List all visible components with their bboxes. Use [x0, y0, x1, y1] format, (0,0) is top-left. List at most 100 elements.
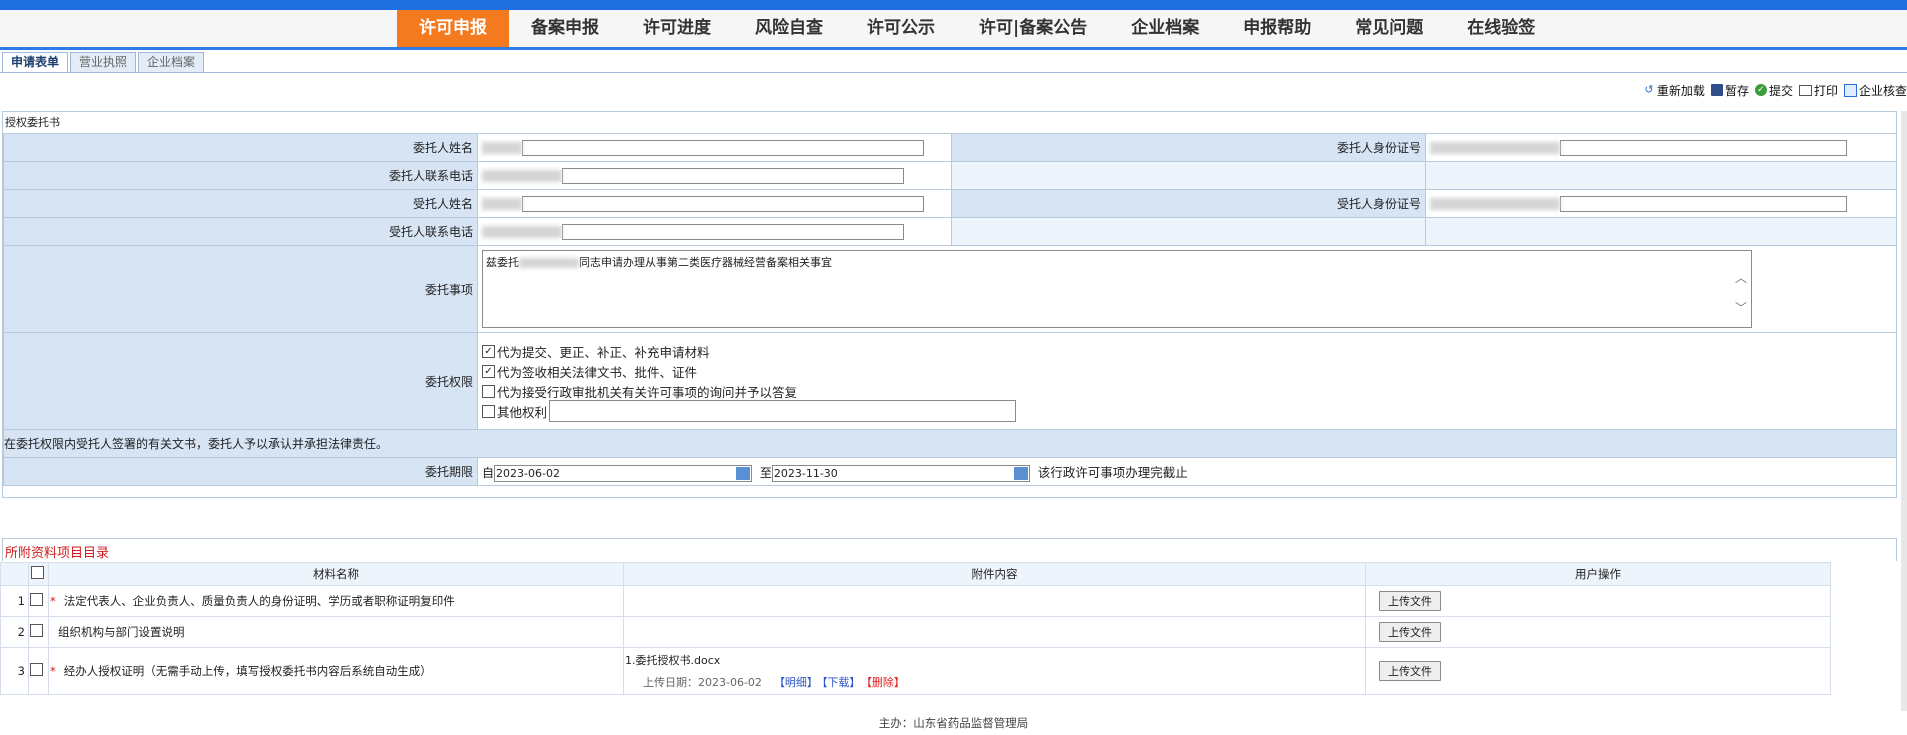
- upload-button[interactable]: 上传文件: [1379, 591, 1441, 611]
- delete-link[interactable]: 【删除】: [866, 676, 905, 689]
- row-checkbox[interactable]: [30, 624, 43, 637]
- masked-value: [1430, 141, 1560, 154]
- nav-item-verify[interactable]: 在线验签: [1445, 10, 1557, 47]
- save-button[interactable]: 暂存: [1710, 82, 1749, 99]
- nav-item-permit-progress[interactable]: 许可进度: [621, 10, 733, 47]
- submit-button[interactable]: ✓ 提交: [1754, 82, 1793, 99]
- calendar-icon[interactable]: [1013, 466, 1028, 480]
- reload-button[interactable]: ↺ 重新加载: [1643, 82, 1705, 99]
- row-op: 上传文件: [1365, 647, 1831, 695]
- perm-item-4[interactable]: 其他权利: [482, 400, 1896, 422]
- nav-item-filing-apply[interactable]: 备案申报: [509, 10, 621, 47]
- masked-value: [482, 141, 522, 154]
- nav-item-permit-apply[interactable]: 许可申报: [397, 10, 509, 47]
- print-button[interactable]: 打印: [1798, 82, 1838, 99]
- row-select: [28, 616, 49, 648]
- period-label: 委托期限: [3, 457, 478, 486]
- perm-label: 委托权限: [3, 332, 478, 430]
- save-icon: [1710, 84, 1723, 96]
- row-attach: 1.委托授权书.docx 上传日期：2023-06-02 【明细】 【下载】 【删除】: [623, 647, 1366, 695]
- principal-name-input[interactable]: [522, 139, 924, 156]
- nav-item-faq[interactable]: 常见问题: [1333, 10, 1445, 47]
- masked-value: [482, 225, 562, 238]
- to-label: 至: [759, 465, 772, 480]
- tab-application-form[interactable]: 申请表单: [2, 52, 69, 72]
- upload-date: 上传日期：2023-06-02: [643, 676, 762, 689]
- select-all-checkbox[interactable]: [31, 566, 44, 579]
- from-date-input[interactable]: 2023-06-02: [494, 464, 753, 482]
- masked-value: [519, 258, 579, 268]
- check-button[interactable]: 企业核查: [1843, 82, 1907, 99]
- to-date-value: 2023-11-30: [773, 466, 838, 480]
- required-star: *: [50, 594, 56, 608]
- perm-text-1: 代为提交、更正、补正、补充申请材料: [497, 344, 710, 360]
- perm-checkbox-2[interactable]: ✓: [482, 364, 495, 378]
- tab-business-license[interactable]: 营业执照: [70, 52, 137, 72]
- principal-phone-cell: [477, 161, 952, 190]
- row-checkbox[interactable]: [30, 593, 43, 606]
- perm-text-4: 其他权利: [497, 404, 548, 420]
- attachment-meta: 上传日期：2023-06-02 【明细】 【下载】 【删除】: [625, 674, 1364, 690]
- agent-id-input[interactable]: [1560, 195, 1847, 212]
- matter-textarea[interactable]: 兹委托 同志申请办理从事第二类医疗器械经营备案相关事宜 ︿ ﹀: [482, 250, 1752, 328]
- print-icon: [1798, 84, 1812, 96]
- materials-title: 所附资料项目目录: [5, 546, 110, 561]
- principal-phone-input[interactable]: [562, 167, 904, 184]
- top-accent-bar: [0, 0, 1907, 10]
- tab-company-archive[interactable]: 企业档案: [138, 52, 205, 72]
- other-rights-input[interactable]: [549, 400, 1017, 422]
- row-name-text: 经办人授权证明（无需手动上传，填写授权委托书内容后系统自动生成）: [63, 664, 432, 678]
- page-scrollbar[interactable]: [1901, 111, 1907, 711]
- textarea-scroll[interactable]: ︿ ﹀: [1735, 263, 1747, 323]
- nav-item-company-archive[interactable]: 企业档案: [1109, 10, 1221, 47]
- upload-button[interactable]: 上传文件: [1379, 622, 1441, 642]
- calendar-icon[interactable]: [736, 466, 751, 480]
- empty-cell: [951, 217, 1426, 246]
- row-op: 上传文件: [1365, 585, 1831, 617]
- agent-id-label: 受托人身份证号: [951, 189, 1426, 218]
- upload-button[interactable]: 上传文件: [1379, 661, 1441, 681]
- row-op: 上传文件: [1365, 616, 1831, 648]
- perm-item-1[interactable]: ✓ 代为提交、更正、补正、补充申请材料: [482, 341, 1896, 361]
- row-number: 1: [0, 585, 29, 617]
- nav-item-risk-check[interactable]: 风险自查: [733, 10, 845, 47]
- agent-phone-label: 受托人联系电话: [3, 217, 478, 246]
- agent-phone-input[interactable]: [562, 223, 904, 240]
- nav-item-notice[interactable]: 许可|备案公告: [957, 10, 1109, 47]
- print-label: 打印: [1813, 83, 1838, 98]
- perm-checkbox-4[interactable]: [482, 404, 495, 418]
- perm-checkbox-3[interactable]: [482, 384, 495, 398]
- attachment-filename: 1.委托授权书.docx: [625, 654, 721, 667]
- to-date-input[interactable]: 2023-11-30: [771, 464, 1030, 482]
- perm-item-2[interactable]: ✓ 代为签收相关法律文书、批件、证件: [482, 361, 1896, 381]
- download-link[interactable]: 【下载】: [822, 676, 861, 689]
- toolbar: ↺ 重新加载 暂存 ✓ 提交 打印 企业核查: [1637, 80, 1907, 100]
- agent-name-input[interactable]: [522, 195, 924, 212]
- reload-label: 重新加载: [1656, 83, 1705, 98]
- scroll-down-icon: ﹀: [1734, 301, 1747, 315]
- empty-cell: [951, 161, 1426, 190]
- principal-id-input[interactable]: [1560, 139, 1847, 156]
- table-row: 2 组织机构与部门设置说明 上传文件: [0, 616, 1831, 648]
- perm-checkbox-1[interactable]: ✓: [482, 344, 495, 358]
- header-op: 用户操作: [1365, 562, 1831, 586]
- nav-item-permit-public[interactable]: 许可公示: [845, 10, 957, 47]
- sub-tabs: 申请表单 营业执照 企业档案: [0, 52, 205, 72]
- agent-name-label: 受托人姓名: [3, 189, 478, 218]
- row-name: 组织机构与部门设置说明: [48, 616, 624, 648]
- row-checkbox[interactable]: [30, 663, 43, 676]
- header-index: [0, 562, 29, 586]
- principal-id-label: 委托人身份证号: [951, 133, 1426, 162]
- panel-title: 授权委托书: [5, 116, 60, 129]
- nav-item-help[interactable]: 申报帮助: [1221, 10, 1333, 47]
- row-number: 3: [0, 647, 29, 695]
- header-select-all: [28, 562, 49, 586]
- row-name: * 法定代表人、企业负责人、质量负责人的身份证明、学历或者职称证明复印件: [48, 585, 624, 617]
- perm-item-3[interactable]: 代为接受行政审批机关有关许可事项的询问并予以答复: [482, 381, 1896, 401]
- authorization-panel: 授权委托书 委托人姓名 委托人身份证号 委托人联系电话 受托人姓名 受托人身份证…: [2, 111, 1897, 498]
- empty-cell: [1425, 161, 1897, 190]
- principal-name-label: 委托人姓名: [3, 133, 478, 162]
- masked-value: [1430, 197, 1560, 210]
- agent-id-cell: [1425, 189, 1897, 218]
- detail-link[interactable]: 【明细】: [774, 676, 818, 689]
